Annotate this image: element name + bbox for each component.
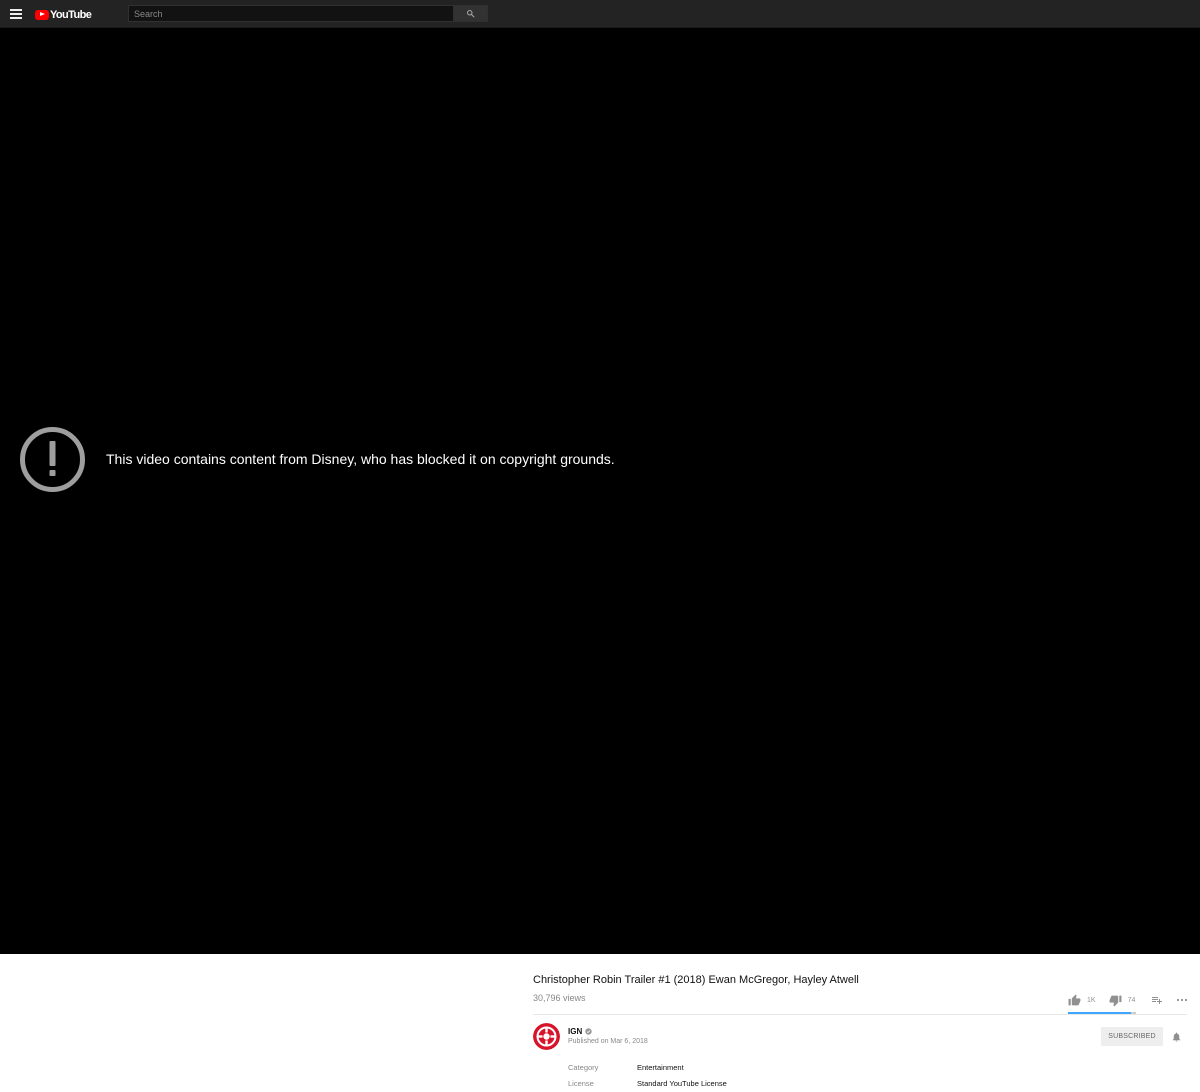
view-count: 30,796 views xyxy=(533,993,586,1003)
search-button[interactable] xyxy=(453,5,488,22)
category-label: Category xyxy=(568,1063,599,1072)
logo-text: YouTube xyxy=(50,8,92,21)
error-icon xyxy=(20,427,85,492)
playlist-add-icon xyxy=(1152,997,1163,1004)
divider xyxy=(533,1014,1187,1015)
dislike-button[interactable]: 74 xyxy=(1109,994,1136,1007)
video-info: Christopher Robin Trailer #1 (2018) Ewan… xyxy=(0,954,1200,1092)
like-button[interactable]: 1K xyxy=(1068,994,1096,1007)
dislike-count: 74 xyxy=(1127,996,1136,1004)
channel-name-text: IGN xyxy=(568,1027,583,1036)
search-input[interactable] xyxy=(128,5,454,22)
youtube-logo[interactable]: YouTube xyxy=(35,8,92,21)
thumbs-down-icon xyxy=(1109,995,1122,1006)
blocked-video-message: This video contains content from Disney,… xyxy=(106,451,615,467)
license-value: Standard YouTube License xyxy=(637,1079,727,1088)
youtube-play-icon xyxy=(35,9,49,20)
category-value: Entertainment xyxy=(637,1063,684,1072)
channel-name[interactable]: IGN xyxy=(568,1027,592,1036)
publish-date: Published on Mar 6, 2018 xyxy=(568,1038,648,1045)
license-label: License xyxy=(568,1079,594,1088)
video-actions: 1K 74 xyxy=(1068,992,1188,1008)
search-icon xyxy=(467,10,475,18)
masthead: YouTube xyxy=(0,0,1200,28)
verified-icon xyxy=(585,1028,592,1035)
more-actions-button[interactable] xyxy=(1176,994,1188,1006)
like-count: 1K xyxy=(1087,996,1096,1004)
video-player[interactable]: This video contains content from Disney,… xyxy=(0,28,1200,954)
more-horizontal-icon xyxy=(1177,998,1188,1002)
subscribe-button[interactable]: SUBSCRIBED xyxy=(1101,1027,1163,1046)
channel-avatar[interactable] xyxy=(533,1023,560,1050)
notification-bell-icon[interactable] xyxy=(1171,1031,1182,1043)
thumbs-up-icon xyxy=(1068,994,1081,1005)
video-title: Christopher Robin Trailer #1 (2018) Ewan… xyxy=(533,974,859,986)
menu-icon[interactable] xyxy=(10,9,22,19)
add-to-playlist-button[interactable] xyxy=(1151,994,1163,1006)
